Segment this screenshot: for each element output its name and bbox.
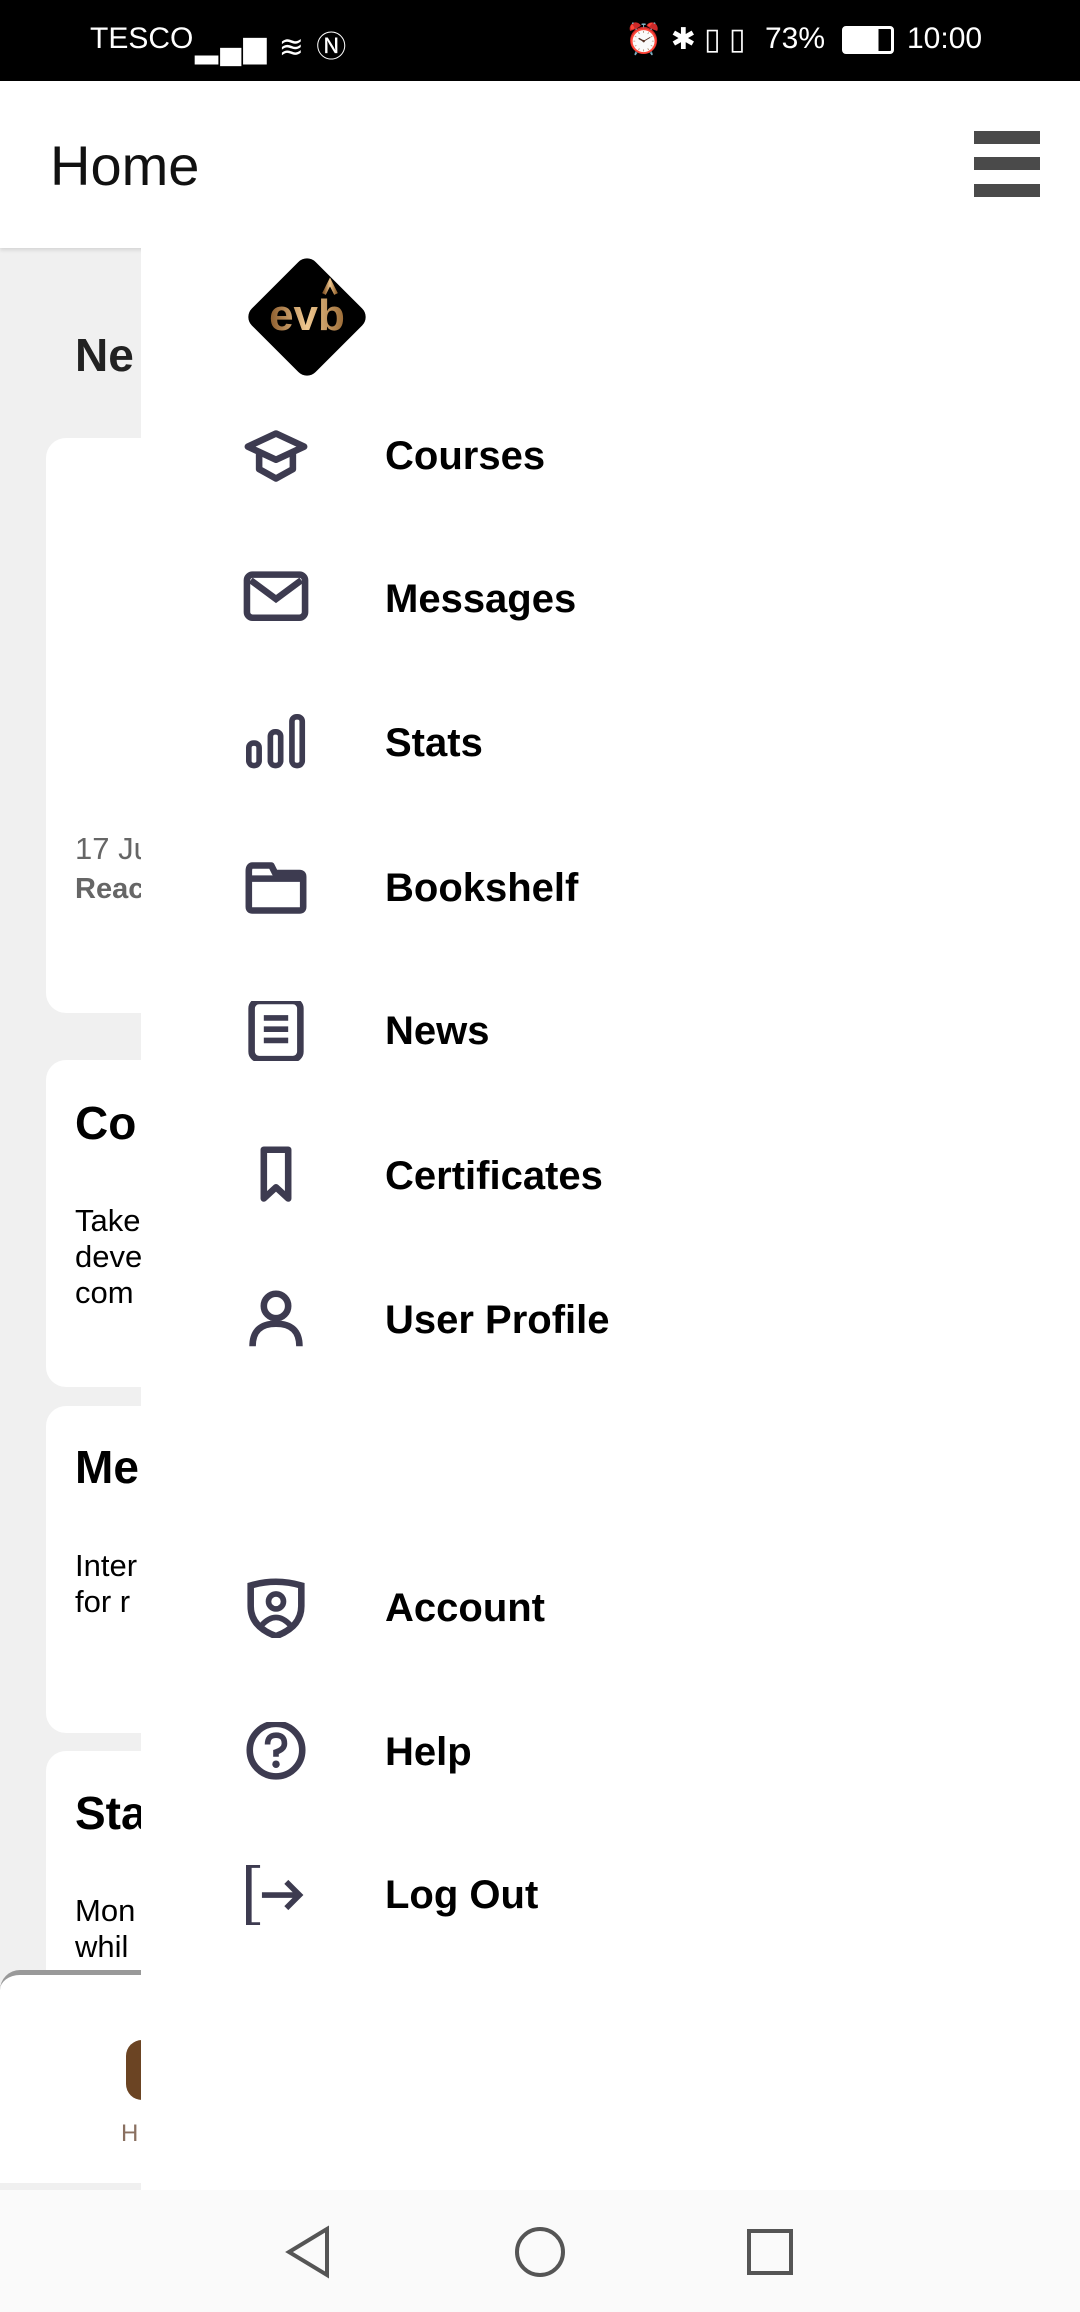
home-icon[interactable] xyxy=(513,2225,567,2279)
card-text: deve xyxy=(75,1239,143,1274)
drawer-item-user-profile[interactable]: User Profile xyxy=(141,1260,1080,1380)
bookmark-icon xyxy=(260,1146,292,1202)
logout-icon xyxy=(246,1865,304,1925)
status-bar: TESCO ▂▄▆ ≋ Ⓝ ⏰ ✱ ▯ ▯ 73% 10:00 xyxy=(0,0,1080,81)
app-header: Home xyxy=(0,81,1080,248)
alarm-bluetooth-vibrate-icons: ⏰ ✱ ▯ ▯ xyxy=(625,23,746,56)
graduation-cap-icon xyxy=(244,430,308,482)
card-text: for r xyxy=(75,1584,131,1619)
document-icon xyxy=(248,1001,304,1061)
card-title: Co xyxy=(75,1097,137,1149)
card-title: Sta xyxy=(75,1787,147,1839)
drawer-item-label: Account xyxy=(385,1586,545,1630)
folder-icon xyxy=(245,862,307,914)
drawer-item-label: Messages xyxy=(385,577,577,621)
drawer-item-label: Stats xyxy=(385,721,483,765)
drawer-item-label: Certificates xyxy=(385,1154,603,1198)
section-title: Ne xyxy=(75,329,134,381)
hamburger-icon[interactable] xyxy=(974,131,1040,197)
card-title: Me xyxy=(75,1441,139,1493)
drawer-item-courses[interactable]: Courses xyxy=(141,396,1080,516)
drawer-item-label: News xyxy=(385,1009,490,1053)
drawer-item-label: Courses xyxy=(385,434,546,478)
drawer-item-log-out[interactable]: Log Out xyxy=(141,1835,1080,1955)
card-text: Take xyxy=(75,1203,141,1238)
battery-percent: 73% xyxy=(765,22,826,55)
carrier-label: TESCO xyxy=(90,22,194,55)
drawer-item-news[interactable]: News xyxy=(141,971,1080,1091)
drawer-item-account[interactable]: Account xyxy=(141,1548,1080,1668)
drawer-item-messages[interactable]: Messages xyxy=(141,539,1080,659)
envelope-icon xyxy=(243,571,309,622)
battery-icon xyxy=(842,26,894,54)
recents-icon[interactable] xyxy=(745,2225,795,2279)
signal-wifi-nfc-icons: ▂▄▆ ≋ Ⓝ xyxy=(195,31,349,64)
page-title: Home xyxy=(50,134,200,197)
drawer-item-label: Help xyxy=(385,1730,472,1774)
home-tab-label[interactable]: H xyxy=(121,2120,138,2148)
news-date: 17 Ju xyxy=(75,831,151,866)
drawer-item-label: Bookshelf xyxy=(385,866,579,910)
evb-logo: evb xyxy=(248,258,366,376)
clock: 10:00 xyxy=(907,22,983,55)
user-icon xyxy=(249,1290,303,1347)
drawer-item-certificates[interactable]: Certificates xyxy=(141,1116,1080,1236)
back-icon[interactable] xyxy=(283,2225,333,2279)
help-circle-icon xyxy=(246,1722,306,1780)
drawer-item-help[interactable]: Help xyxy=(141,1692,1080,1812)
drawer-item-bookshelf[interactable]: Bookshelf xyxy=(141,828,1080,948)
card-text: whil xyxy=(75,1929,129,1964)
shield-user-icon xyxy=(247,1578,305,1638)
bar-chart-icon xyxy=(246,713,306,769)
drawer-item-label: User Profile xyxy=(385,1298,610,1342)
card-text: com xyxy=(75,1275,134,1310)
drawer-item-stats[interactable]: Stats xyxy=(141,683,1080,803)
card-text: Inter xyxy=(75,1548,138,1583)
svg-text:evb: evb xyxy=(269,291,345,340)
drawer-item-label: Log Out xyxy=(385,1873,539,1917)
read-link[interactable]: Reac xyxy=(75,873,144,906)
system-nav-bar xyxy=(0,2190,1080,2312)
card-text: Mon xyxy=(75,1893,136,1928)
